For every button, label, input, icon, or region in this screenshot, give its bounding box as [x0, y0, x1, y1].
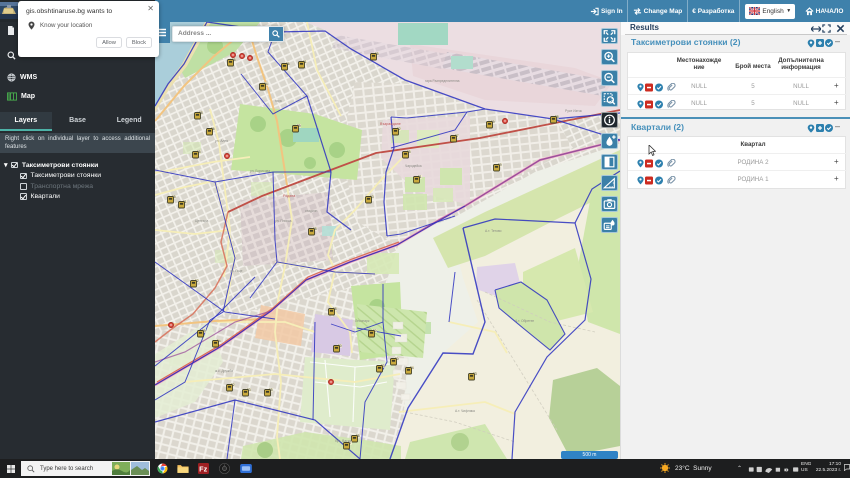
svg-text:стадион: стадион: [305, 209, 318, 213]
svg-text:А.т. Тетово: А.т. Тетово: [485, 229, 502, 233]
svg-text:гара Разпределителна: гара Разпределителна: [425, 79, 460, 83]
svg-text:ул. Алея: ул. Алея: [215, 139, 228, 143]
svg-text:Русе Изток: Русе Изток: [565, 109, 582, 113]
svg-text:ж.к. Дружба: ж.к. Дружба: [215, 369, 233, 373]
svg-text:Възраждане: Възраждане: [380, 122, 401, 126]
svg-text:Fz: Fz: [199, 464, 207, 473]
svg-text:Лесопарк: Лесопарк: [355, 319, 370, 323]
svg-text:А.т. Чифлика: А.т. Чифлика: [455, 409, 475, 413]
svg-text:ул. Борисова: ул. Борисова: [250, 169, 270, 173]
svg-text:Чародейка: Чародейка: [405, 164, 422, 168]
svg-text:ул. Плиска: ул. Плиска: [275, 219, 292, 223]
svg-text:Родина: Родина: [283, 194, 295, 198]
svg-text:парк: парк: [275, 99, 282, 103]
svg-text:А.т. Обретен: А.т. Обретен: [515, 319, 534, 323]
svg-text:ул. Гоце: ул. Гоце: [230, 269, 243, 273]
svg-text:бул. Васил: бул. Васил: [335, 439, 352, 443]
svg-text:Центъра: Центъра: [195, 219, 208, 223]
